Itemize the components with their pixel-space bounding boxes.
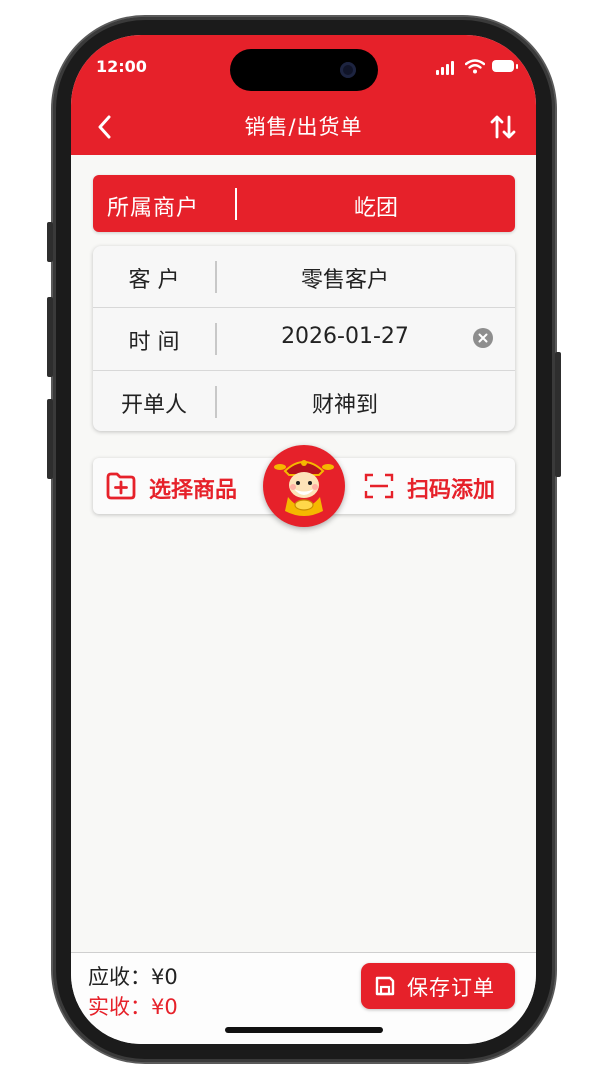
power-button [555,352,561,477]
merchant-selector[interactable]: 所属商户 屹团 [93,175,515,232]
save-disk-icon [375,976,395,996]
action-button [47,222,53,262]
dynamic-island [230,49,378,91]
scan-frame-icon [364,473,394,499]
customer-row[interactable]: 客 户 零售客户 [93,246,515,307]
swap-vertical-icon[interactable] [489,113,517,141]
wifi-icon [465,59,485,74]
customer-value: 零售客户 [300,268,389,293]
scan-add-button[interactable]: 扫码添加 [363,470,513,503]
time-value: 2026-01-27 [281,324,409,349]
save-order-button[interactable]: 保存订单 [361,963,515,1009]
home-indicator[interactable] [225,1027,383,1033]
amount-due: 应收：¥0 [88,965,178,989]
time-label: 时 间 [128,330,180,355]
amount-paid: 实收：¥0 [88,995,178,1019]
save-order-label: 保存订单 [407,976,495,1000]
volume-down-button [47,399,53,479]
customer-label: 客 户 [128,268,180,293]
camera-icon [340,62,356,78]
header-bar: 12:00 销售/出货单 [71,35,536,155]
app-screen: 12:00 销售/出货单 所属商户 屹团 客 户 零售客户 时 间 2026-0… [71,35,536,1044]
operator-value: 财神到 [311,393,378,418]
scan-add-label: 扫码添加 [407,478,496,503]
merchant-label: 所属商户 [107,196,200,221]
time-row[interactable]: 时 间 2026-01-27 [93,308,515,369]
operator-row[interactable]: 开单人 财神到 [93,371,515,432]
operator-label: 开单人 [120,393,187,418]
battery-icon [492,60,518,72]
page-title: 销售/出货单 [244,115,363,139]
order-info-card: 客 户 零售客户 时 间 2026-01-27 开单人 财神到 [93,246,515,431]
volume-up-button [47,297,53,377]
folder-plus-icon [106,472,136,500]
clear-icon[interactable] [473,328,493,348]
select-goods-label: 选择商品 [149,478,238,503]
god-of-wealth-mascot[interactable] [263,445,345,527]
status-time: 12:00 [96,57,147,76]
merchant-value: 屹团 [353,196,398,221]
